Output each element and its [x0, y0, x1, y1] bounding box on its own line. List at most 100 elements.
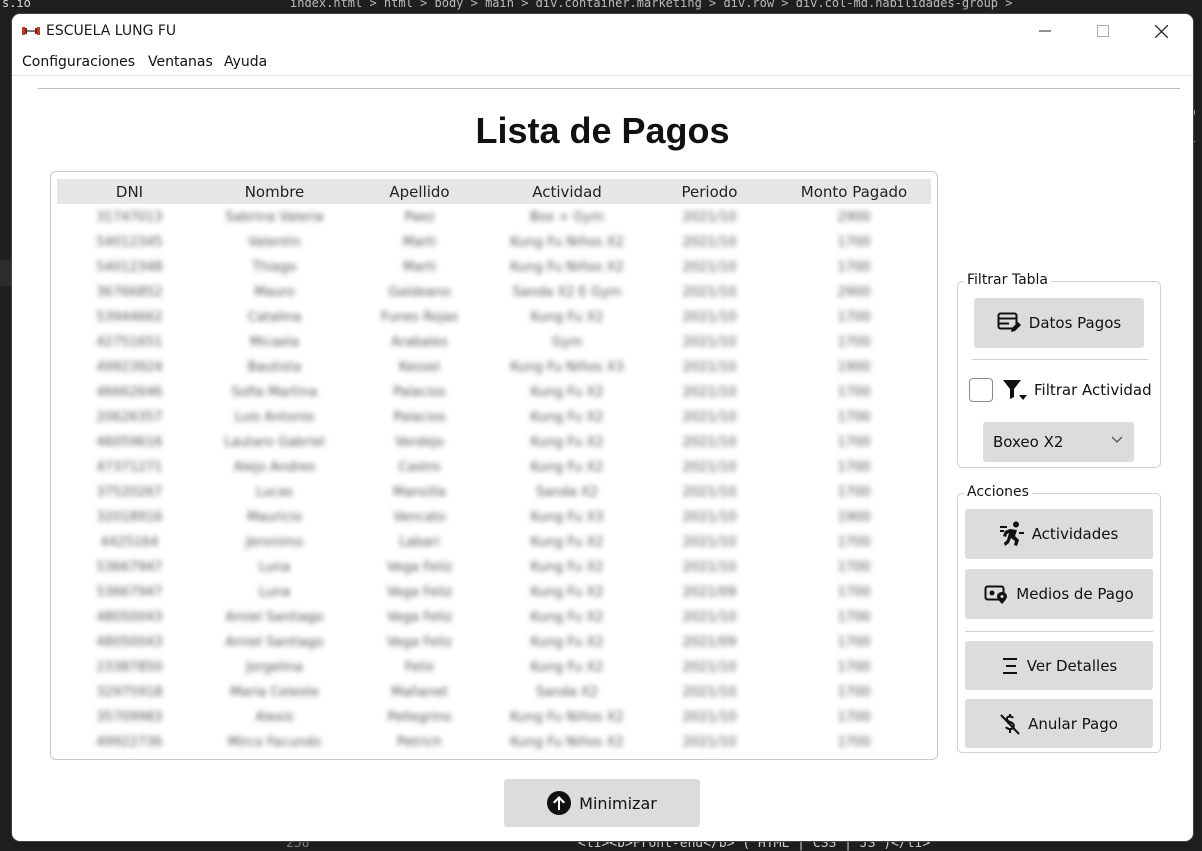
- window-minimize-button[interactable]: [1016, 14, 1074, 48]
- table-cell: Micaela: [249, 335, 300, 350]
- table-row[interactable]: 48050043 Amiel Santiago Vega Feliz Kung Fu …: [57, 605, 931, 630]
- window-maximize-button[interactable]: [1074, 14, 1132, 48]
- table-row[interactable]: 54012348 Thiago Marti Kung Fu Niños X2 2021/…: [57, 255, 931, 280]
- table-cell: Valentin: [248, 235, 301, 250]
- menu-bar: Configuraciones Ventanas Ayuda: [12, 50, 1193, 74]
- column-header-dni[interactable]: DNI: [57, 183, 202, 201]
- table-cell: 1700: [837, 485, 871, 500]
- table-cell: Marti: [402, 235, 437, 250]
- table-cell: Funes Rojas: [381, 310, 458, 325]
- column-header-apellido[interactable]: Apellido: [347, 183, 492, 201]
- table-row[interactable]: 53667947 Luna Vega Feliz Kung Fu X2 2021/10 1…: [57, 555, 931, 580]
- menu-configuraciones[interactable]: Configuraciones: [22, 54, 135, 70]
- table-cell: 2021/10: [682, 410, 737, 425]
- column-header-nombre[interactable]: Nombre: [202, 183, 347, 201]
- table-row[interactable]: 36766852 Mauro Galdeano Sanda X2 E Gym 2021/…: [57, 280, 931, 305]
- table-cell: 1700: [837, 685, 871, 700]
- datos-pagos-button[interactable]: Datos Pagos: [974, 298, 1144, 348]
- table-cell: Palacios: [393, 385, 446, 400]
- table-row[interactable]: 46662646 Sofia Martina Palacios Kung Fu X2 2…: [57, 380, 931, 405]
- table-cell: Paez: [404, 210, 435, 225]
- table-row[interactable]: 48050043 Amiel Santiago Vega Feliz Kung Fu …: [57, 630, 931, 655]
- table-row[interactable]: 49922736 Mirco Facundo Petrich Kung Fu Niño…: [57, 730, 931, 755]
- payments-table[interactable]: DNI Nombre Apellido Actividad Periodo Mo…: [50, 171, 938, 760]
- table-cell: Sanda X2: [536, 485, 598, 500]
- table-cell: 2021/10: [682, 235, 737, 250]
- table-row[interactable]: 32975918 Maria Celeste Mañanet Sanda X2 2021…: [57, 680, 931, 705]
- ver-detalles-button[interactable]: Ver Detalles: [965, 641, 1153, 690]
- table-cell: 2021/10: [682, 460, 737, 475]
- minimizar-button[interactable]: Minimizar: [504, 779, 700, 827]
- table-cell: Felix: [404, 660, 435, 675]
- actividades-button[interactable]: Actividades: [965, 509, 1153, 559]
- table-cell: 2021/10: [682, 535, 737, 550]
- background-editor-left-strip: [0, 260, 12, 286]
- page-title: Lista de Pagos: [475, 110, 730, 151]
- table-cell: 32975918: [96, 685, 163, 700]
- table-row[interactable]: 31747013 Sabrina Valeria Paez Box + Gym 2021…: [57, 205, 931, 230]
- table-cell: 37520267: [96, 485, 163, 500]
- table-cell: Luna: [258, 585, 291, 600]
- table-row[interactable]: 32018916 Mauricio Vencato Kung Fu X3 2021/10…: [57, 505, 931, 530]
- table-cell: Kung Fu Niños X2: [510, 235, 624, 250]
- table-cell: Sanda X2: [536, 685, 598, 700]
- title-bar[interactable]: ESCUELA LUNG FU: [12, 14, 1193, 48]
- table-row[interactable]: 49923924 Bautista Kessel Kung Fu Niños X3 20…: [57, 355, 931, 380]
- table-row[interactable]: 46059616 Lautaro Gabriel Verdejo Kung Fu X2…: [57, 430, 931, 455]
- menu-ventanas[interactable]: Ventanas: [148, 54, 213, 70]
- filter-icon: [1003, 380, 1027, 400]
- table-cell: Marti: [402, 260, 437, 275]
- table-row[interactable]: 42751651 Micaela Arabales Gym 2021/10 1700: [57, 330, 931, 355]
- table-cell: 2021/10: [682, 610, 737, 625]
- column-header-periodo[interactable]: Periodo: [642, 183, 777, 201]
- actions-group-title: Acciones: [964, 484, 1032, 500]
- table-cell: Amiel Santiago: [225, 635, 324, 650]
- chevron-down-icon: [1111, 436, 1123, 443]
- table-row[interactable]: 53944662 Catalina Funes Rojas Kung Fu X2 202…: [57, 305, 931, 330]
- table-cell: 2021/10: [682, 260, 737, 275]
- table-cell: Sofia Martina: [231, 385, 318, 400]
- table-cell: Maria Celeste: [230, 685, 319, 700]
- table-row[interactable]: 54012345 Valentin Marti Kung Fu Niños X2 202…: [57, 230, 931, 255]
- column-header-actividad[interactable]: Actividad: [492, 183, 642, 201]
- table-row[interactable]: 53667947 Luna Vega Feliz Kung Fu X2 2021/09 1…: [57, 580, 931, 605]
- table-cell: 2021/10: [682, 560, 737, 575]
- table-cell: Kung Fu X2: [530, 435, 604, 450]
- table-cell: Kung Fu X2: [530, 610, 604, 625]
- table-row[interactable]: 23387850 Jorgelina Felix Kung Fu X2 2021/10 1…: [57, 655, 931, 680]
- anular-pago-button[interactable]: Anular Pago: [965, 699, 1153, 748]
- table-cell: 1700: [837, 385, 871, 400]
- activity-select[interactable]: Boxeo X2: [983, 422, 1134, 462]
- table-cell: Mirco Facundo: [227, 735, 322, 750]
- table-cell: Bautista: [247, 360, 302, 375]
- table-cell: Kung Fu Niños X3: [510, 360, 624, 375]
- table-cell: 1700: [837, 735, 871, 750]
- table-cell: 2021/10: [682, 210, 737, 225]
- table-cell: 49922736: [96, 735, 163, 750]
- table-row[interactable]: 20626357 Luis Antonio Palacios Kung Fu X2 20…: [57, 405, 931, 430]
- medios-de-pago-button[interactable]: Medios de Pago: [965, 569, 1153, 619]
- table-cell: Alexis: [255, 710, 294, 725]
- table-cell: 2021/10: [682, 385, 737, 400]
- table-body: 31747013 Sabrina Valeria Paez Box + Gym 2021…: [57, 205, 931, 755]
- table-row[interactable]: 35709983 Alexis Pellegrino Kung Fu Niños X2…: [57, 705, 931, 730]
- table-cell: Thiago: [252, 260, 297, 275]
- table-cell: Sanda X2 E Gym: [512, 285, 622, 300]
- maximize-icon: [1097, 25, 1109, 37]
- window-close-button[interactable]: [1132, 14, 1190, 48]
- table-row[interactable]: 4425164 Jeronimo Labari Kung Fu X2 2021/10 17…: [57, 530, 931, 555]
- table-cell: 54012345: [96, 235, 163, 250]
- table-row[interactable]: 37520267 Lucas Mansilla Sanda X2 2021/10 1700: [57, 480, 931, 505]
- column-header-monto-pagado[interactable]: Monto Pagado: [777, 183, 931, 201]
- table-cell: Vega Feliz: [386, 585, 453, 600]
- table-cell: 1700: [837, 235, 871, 250]
- window-title: ESCUELA LUNG FU: [46, 23, 177, 39]
- table-cell: 1700: [837, 585, 871, 600]
- menu-ayuda[interactable]: Ayuda: [224, 54, 267, 70]
- table-row[interactable]: 47371271 Alejo Andres Castro Kung Fu X2 2021…: [57, 455, 931, 480]
- table-edit-icon: [997, 312, 1021, 332]
- table-cell: Catalina: [247, 310, 302, 325]
- filtrar-actividad-checkbox[interactable]: [969, 378, 993, 402]
- minimize-icon: [1039, 30, 1051, 32]
- table-cell: Kung Fu Niños X2: [510, 260, 624, 275]
